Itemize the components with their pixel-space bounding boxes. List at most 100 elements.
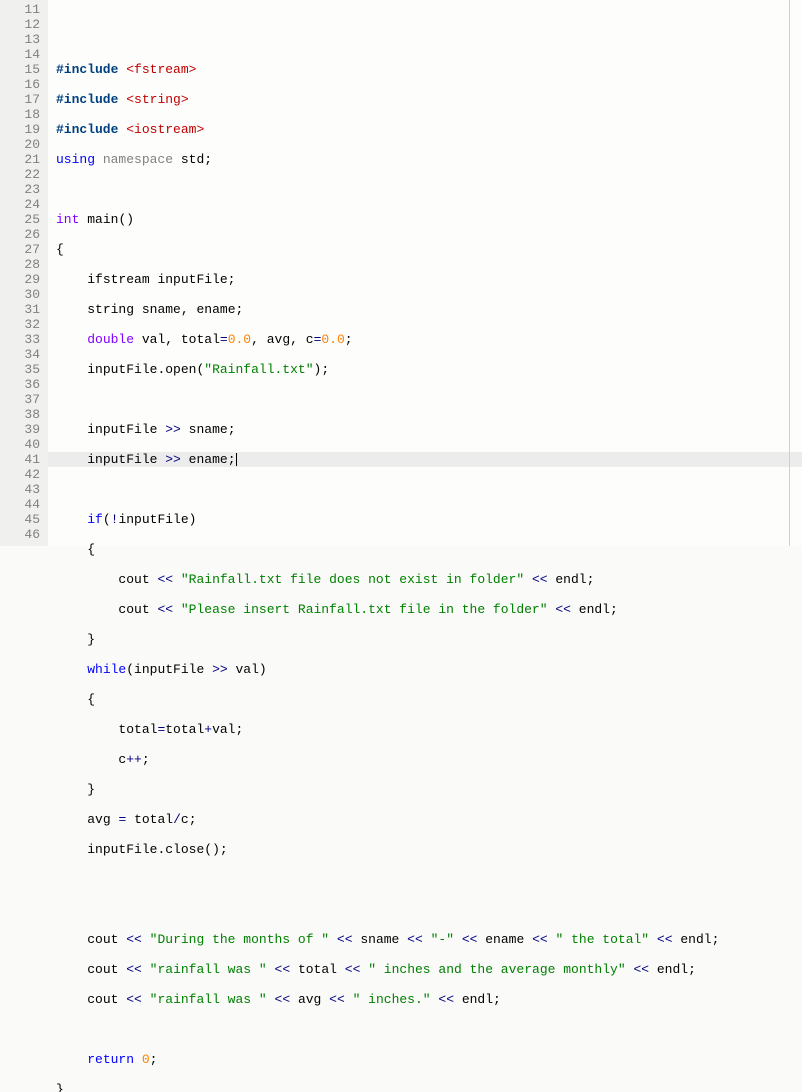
line-number: 28 [0,257,48,272]
code-line[interactable]: avg = total/c; [56,812,802,827]
code-line[interactable] [56,32,802,47]
type: double [87,332,134,347]
keyword: while [87,662,126,677]
code-line[interactable]: } [56,1082,802,1092]
code-line[interactable]: inputFile.close(); [56,842,802,857]
code-line[interactable]: if(!inputFile) [56,512,802,527]
code-line[interactable]: { [56,692,802,707]
line-number: 22 [0,167,48,182]
string: " inches and the average monthly" [368,962,625,977]
string: " the total" [555,932,649,947]
line-number: 39 [0,422,48,437]
keyword: if [87,512,103,527]
keyword: namespace [103,152,173,167]
code-line[interactable]: cout << "Rainfall.txt file does not exis… [56,572,802,587]
include-path: <string> [126,92,188,107]
code-line[interactable]: while(inputFile >> val) [56,662,802,677]
string: "rainfall was " [150,962,267,977]
preprocessor: #include [56,92,118,107]
line-number: 35 [0,362,48,377]
code-line[interactable]: { [56,542,802,557]
code-line[interactable]: } [56,782,802,797]
code-line[interactable] [56,182,802,197]
code-line[interactable]: total=total+val; [56,722,802,737]
code-line[interactable]: cout << "rainfall was " << avg << " inch… [56,992,802,1007]
line-number: 27 [0,242,48,257]
code-line[interactable]: cout << "rainfall was " << total << " in… [56,962,802,977]
line-number: 19 [0,122,48,137]
identifier: std [181,152,204,167]
code-line[interactable]: return 0; [56,1052,802,1067]
line-number: 30 [0,287,48,302]
code-line[interactable]: #include <string> [56,92,802,107]
code-line[interactable]: int main() [56,212,802,227]
code-line[interactable]: ifstream inputFile; [56,272,802,287]
code-line[interactable]: #include <iostream> [56,122,802,137]
preprocessor: #include [56,62,118,77]
string: "Rainfall.txt file does not exist in fol… [181,572,524,587]
code-line[interactable]: double val, total=0.0, avg, c=0.0; [56,332,802,347]
line-number: 46 [0,527,48,542]
line-number: 12 [0,17,48,32]
line-number: 20 [0,137,48,152]
code-line-current[interactable]: inputFile >> ename; [48,452,802,467]
line-number: 34 [0,347,48,362]
line-number: 21 [0,152,48,167]
line-number: 29 [0,272,48,287]
code-line[interactable] [56,482,802,497]
code-line[interactable] [56,872,802,887]
right-margin-line [789,0,790,546]
line-number: 31 [0,302,48,317]
code-line[interactable]: string sname, ename; [56,302,802,317]
text-cursor [236,453,237,466]
number: 0.0 [228,332,251,347]
string: "Please insert Rainfall.txt file in the … [181,602,548,617]
include-path: <fstream> [126,62,196,77]
line-number: 17 [0,92,48,107]
code-line[interactable]: inputFile >> sname; [56,422,802,437]
line-number: 23 [0,182,48,197]
line-number: 18 [0,107,48,122]
string: "rainfall was " [150,992,267,1007]
code-line[interactable]: #include <fstream> [56,62,802,77]
code-line[interactable]: cout << "During the months of " << sname… [56,932,802,947]
line-number: 43 [0,482,48,497]
string: "Rainfall.txt" [204,362,313,377]
code-line[interactable] [56,902,802,917]
line-number: 38 [0,407,48,422]
number: 0.0 [321,332,344,347]
code-line[interactable]: inputFile.open("Rainfall.txt"); [56,362,802,377]
line-number: 42 [0,467,48,482]
line-number: 16 [0,77,48,92]
line-number: 44 [0,497,48,512]
code-line[interactable]: c++; [56,752,802,767]
code-line[interactable]: } [56,632,802,647]
code-line[interactable] [56,1022,802,1037]
code-line[interactable] [56,392,802,407]
string: "-" [431,932,454,947]
include-path: <iostream> [126,122,204,137]
line-number: 14 [0,47,48,62]
line-number: 41 [0,452,48,467]
code-line[interactable]: { [56,242,802,257]
line-number: 11 [0,2,48,17]
keyword: return [87,1052,134,1067]
line-number: 45 [0,512,48,527]
number: 0 [142,1052,150,1067]
keyword: using [56,152,95,167]
string: "During the months of " [150,932,329,947]
line-number: 24 [0,197,48,212]
line-number: 33 [0,332,48,347]
line-number: 25 [0,212,48,227]
code-line[interactable]: cout << "Please insert Rainfall.txt file… [56,602,802,617]
line-number: 32 [0,317,48,332]
code-line[interactable]: using namespace std; [56,152,802,167]
line-number: 37 [0,392,48,407]
code-editor[interactable]: #include <fstream> #include <string> #in… [48,0,802,546]
line-number: 13 [0,32,48,47]
line-number-gutter: 1112131415161718192021222324252627282930… [0,0,48,546]
line-number: 36 [0,377,48,392]
type: int [56,212,79,227]
line-number: 26 [0,227,48,242]
string: " inches." [353,992,431,1007]
